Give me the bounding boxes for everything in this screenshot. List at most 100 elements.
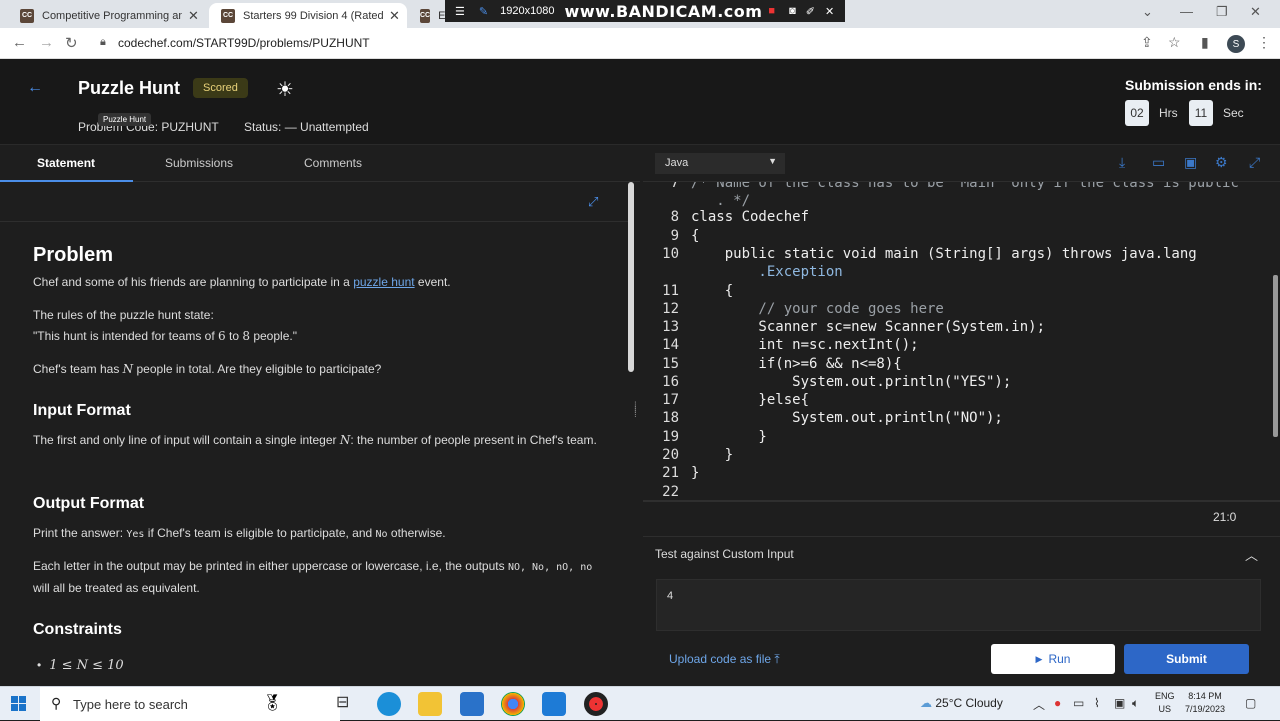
countdown-seconds-unit: Sec [1223, 106, 1244, 120]
save-icon[interactable]: ▣ [1184, 154, 1197, 171]
editor-scrollbar[interactable] [1273, 275, 1278, 437]
custom-input-panel: Test against Custom Input ︿ 4 Upload cod… [643, 536, 1280, 686]
code-line: // your code goes here [691, 301, 944, 317]
weather-widget[interactable]: ☁ 25°C Cloudy [920, 696, 1003, 710]
forward-icon[interactable]: → [39, 34, 54, 51]
taskbar-search[interactable]: ⚲ Type here to search 🏅︎ [40, 687, 340, 721]
line-number: 13 [662, 319, 679, 335]
tab-title: Starters 99 Division 4 (Rated) Co [243, 9, 383, 22]
line-number: 21 [662, 465, 679, 481]
minimize-icon[interactable]: — [1180, 4, 1193, 19]
constraint-text: 1 ≤ N ≤ 10 [49, 658, 124, 673]
submit-button[interactable]: Submit [1124, 644, 1249, 674]
browser-tab-2[interactable]: CC Starters 99 Division 4 (Rated) Co ✕ [209, 3, 407, 28]
close-tab-icon[interactable]: ✕ [389, 8, 400, 24]
browser-tab-1[interactable]: CC Competitive Programming and C ✕ [8, 3, 208, 28]
bookmark-star-icon[interactable]: ☆ [1168, 34, 1181, 51]
comment-icon[interactable]: ▭ [1152, 154, 1165, 171]
statement-scrollbar[interactable] [628, 182, 634, 372]
language-select[interactable]: Java ▼ [655, 153, 785, 174]
team-text-end: people in total. Are they eligible to pa… [133, 362, 382, 376]
input-language[interactable]: ENG US [1155, 690, 1175, 716]
record-icon[interactable]: ■ [768, 5, 775, 17]
language-value: Java [665, 157, 689, 169]
record-tray-icon[interactable]: ● [1054, 696, 1061, 710]
title-tooltip: Puzzle Hunt [98, 113, 152, 126]
network-icon[interactable]: ⌇ [1094, 696, 1100, 710]
countdown-hours: 02 [1125, 100, 1149, 126]
problem-heading: Problem [33, 244, 114, 266]
recorder-close-icon[interactable]: ✕ [825, 5, 834, 18]
team-paragraph: Chef's team has N people in total. Are t… [33, 359, 608, 380]
file-explorer-icon[interactable] [418, 692, 442, 716]
weather-text: 25°C Cloudy [935, 696, 1003, 710]
download-icon[interactable]: ⤓ [1119, 154, 1125, 171]
back-arrow-icon[interactable]: ← [27, 79, 43, 97]
lock-icon[interactable]: 🔒︎ [100, 36, 106, 49]
address-bar: ← → ↻ 🔒︎ codechef.com/START99D/problems/… [0, 28, 1280, 59]
problem-statement: Problem Chef and some of his friends are… [0, 222, 628, 686]
run-label: Run [1048, 652, 1071, 666]
rules-to: to [225, 329, 243, 343]
bandicam-icon[interactable] [584, 692, 608, 716]
edge-browser-icon[interactable] [377, 692, 401, 716]
tab-statement[interactable]: Statement [37, 156, 95, 170]
upload-icon: ⤒ [774, 652, 780, 666]
tray-app-icon[interactable]: ▭ [1073, 696, 1084, 710]
vscode-icon[interactable] [542, 692, 566, 716]
code-line: if(n>=6 && n<=8){ [691, 356, 902, 372]
min-team-size: 6 [218, 329, 226, 343]
close-window-icon[interactable]: ✕ [1250, 4, 1261, 20]
mail-icon[interactable] [460, 692, 484, 716]
system-clock[interactable]: 8:14 PM 7/19/2023 [1185, 690, 1225, 716]
tray-expand-icon[interactable]: ︿ [1033, 696, 1045, 713]
recorder-resolution: 1920x1080 [500, 5, 555, 17]
line-number: 20 [662, 447, 679, 463]
code-editor[interactable]: 7 /* Name of the class has to be "Main" … [643, 182, 1273, 500]
monitor-icon[interactable]: ▣ [1114, 696, 1125, 710]
close-tab-icon[interactable]: ✕ [188, 8, 199, 24]
panel-resize-handle[interactable]: ⁞ ⁞ ⁞ [634, 402, 637, 420]
upload-code-link[interactable]: Upload code as file ⤒ [669, 652, 780, 667]
volume-icon[interactable]: 🔈︎ [1132, 696, 1139, 711]
url-field[interactable]: codechef.com/START99D/problems/PUZHUNT [118, 36, 370, 50]
pencil-icon[interactable]: ✐ [806, 5, 815, 18]
maximize-icon[interactable]: ❐ [1216, 4, 1228, 20]
case-paragraph: Each letter in the output may be printed… [33, 556, 608, 599]
custom-input-field[interactable]: 4 [656, 579, 1261, 631]
codechef-favicon-icon: CC [20, 8, 34, 23]
run-button[interactable]: ▶ Run [991, 644, 1115, 674]
camera-icon[interactable]: ◙ [789, 5, 796, 17]
theme-toggle-sun-icon[interactable]: ☀ [276, 77, 294, 102]
task-view-icon[interactable]: ⊟ [336, 692, 360, 716]
settings-gear-icon[interactable]: ⚙ [1215, 154, 1228, 171]
editor-toolbar: Java ▼ ⤓ ▭ ▣ ⚙ ⤢ [643, 145, 1280, 182]
intro-text-end: event. [414, 275, 451, 289]
browser-tab-3[interactable]: CC En [408, 3, 452, 28]
share-icon[interactable]: ⇪ [1141, 34, 1153, 51]
back-icon[interactable]: ← [12, 34, 27, 51]
reload-icon[interactable]: ↻ [65, 34, 78, 52]
expand-icon[interactable]: ⤢ [588, 194, 598, 210]
custom-input-title[interactable]: Test against Custom Input [655, 547, 794, 561]
tab-submissions[interactable]: Submissions [165, 156, 233, 170]
menu-icon[interactable]: ☰ [455, 5, 465, 18]
output-format-heading: Output Format [33, 495, 145, 512]
code-line: } [691, 429, 767, 445]
tab-list-chevron-icon[interactable]: ⌄ [1142, 4, 1153, 20]
pin-icon[interactable]: ✎ [479, 5, 488, 18]
notifications-icon[interactable]: ▢ [1245, 696, 1256, 710]
tab-comments[interactable]: Comments [304, 156, 362, 170]
chrome-icon[interactable] [501, 692, 525, 716]
side-panel-icon[interactable]: ▮ [1201, 34, 1209, 51]
chevron-up-icon[interactable]: ︿ [1245, 545, 1258, 564]
editor-resize-handle[interactable] [643, 500, 1280, 502]
line-number: 17 [662, 392, 679, 408]
code-line: int n=sc.nextInt(); [691, 337, 919, 353]
profile-avatar[interactable]: S [1227, 35, 1245, 53]
more-options-icon[interactable]: ⋮ [1257, 34, 1271, 51]
puzzle-hunt-link[interactable]: puzzle hunt [353, 275, 414, 289]
fullscreen-icon[interactable]: ⤢ [1249, 154, 1260, 171]
caret-down-icon: ▼ [768, 156, 777, 166]
windows-start-icon[interactable] [11, 696, 27, 712]
